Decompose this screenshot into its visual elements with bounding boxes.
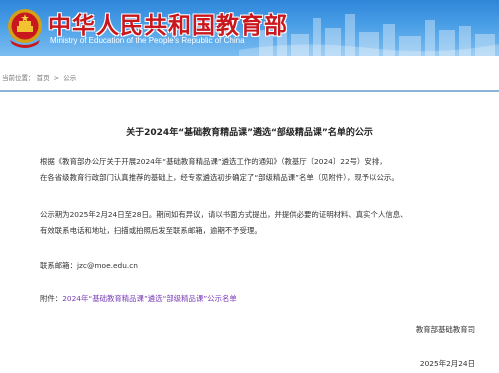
contact-email-row: 联系邮箱：jzc@moe.edu.cn <box>40 258 480 274</box>
attachment-link[interactable]: 2024年“基础教育精品课”遴选“部级精品课”公示名单 <box>62 294 237 303</box>
attachment-label: 附件： <box>40 294 63 303</box>
breadcrumb-link-home[interactable]: 首页 <box>37 72 50 82</box>
email-label: 联系邮箱： <box>40 261 77 270</box>
paragraph-line: 有效联系电话和地址，扫描或拍照后发至联系邮箱，逾期不予受理。 <box>40 226 262 235</box>
site-title[interactable]: 中华人民共和国教育部 <box>48 6 288 40</box>
attachment-row: 附件：2024年“基础教育精品课”遴选“部级精品课”公示名单 <box>40 291 480 307</box>
national-emblem-icon <box>8 9 42 48</box>
signature: 教育部基础教育司 <box>415 325 475 334</box>
email-address[interactable]: jzc@moe.edu.cn <box>77 261 138 270</box>
breadcrumb-separator: > <box>53 74 60 82</box>
site-header: 中华人民共和国教育部 Ministry of Education of the … <box>0 0 499 56</box>
paragraph-line: 公示期为2025年2月24日至28日。期间如有异议，请以书面方式提出，并提供必要… <box>40 210 408 219</box>
paragraph-line: 在各省级教育行政部门认真推荐的基础上，经专家遴选初步确定了“部级精品课”名单（见… <box>40 173 399 182</box>
article-content: 关于2024年“基础教育精品课”遴选“部级精品课”名单的公示 根据《教育部办公厅… <box>0 90 499 373</box>
breadcrumb-prefix: 当前位置： <box>2 74 35 82</box>
site-subtitle: Ministry of Education of the People's Re… <box>50 36 245 45</box>
breadcrumb: 当前位置： 首页 > 公示 <box>0 72 499 90</box>
article-title: 关于2024年“基础教育精品课”遴选“部级精品课”名单的公示 <box>126 128 373 138</box>
paragraph-line: 根据《教育部办公厅关于开展2024年“基础教育精品课”遴选工作的通知》（教基厅〔… <box>40 157 387 166</box>
article-paragraph-2: 公示期为2025年2月24日至28日。期间如有异议，请以书面方式提出，并提供必要… <box>40 207 480 239</box>
article-paragraph-1: 根据《教育部办公厅关于开展2024年“基础教育精品课”遴选工作的通知》（教基厅〔… <box>40 154 480 186</box>
breadcrumb-link-notice[interactable]: 公示 <box>63 72 76 82</box>
publish-date: 2025年2月24日 <box>419 359 475 368</box>
